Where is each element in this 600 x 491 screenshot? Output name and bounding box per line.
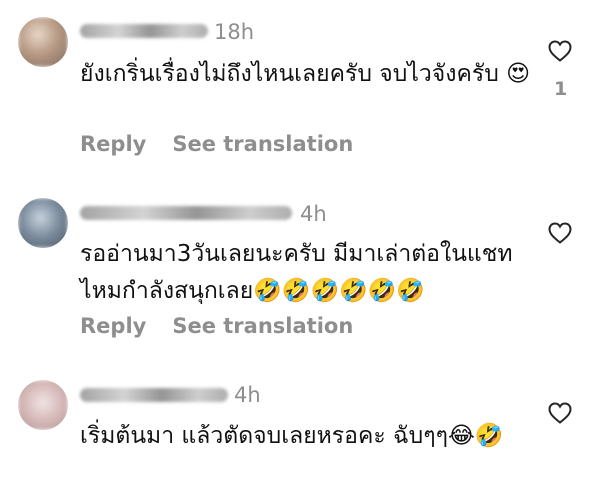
username-redacted[interactable]: [80, 388, 228, 402]
heart-outline-icon[interactable]: [548, 402, 572, 424]
comment-time: 4h: [234, 383, 261, 407]
avatar[interactable]: [18, 380, 68, 430]
comment-text: เริ่มต้นมา แล้วตัดจบเลยหรอคะ ฉับๆๆ😂🤣: [80, 423, 504, 449]
comment-3: 4h เริ่มต้นมา แล้วตัดจบเลยหรอคะ ฉับๆๆ😂🤣: [0, 0, 600, 491]
